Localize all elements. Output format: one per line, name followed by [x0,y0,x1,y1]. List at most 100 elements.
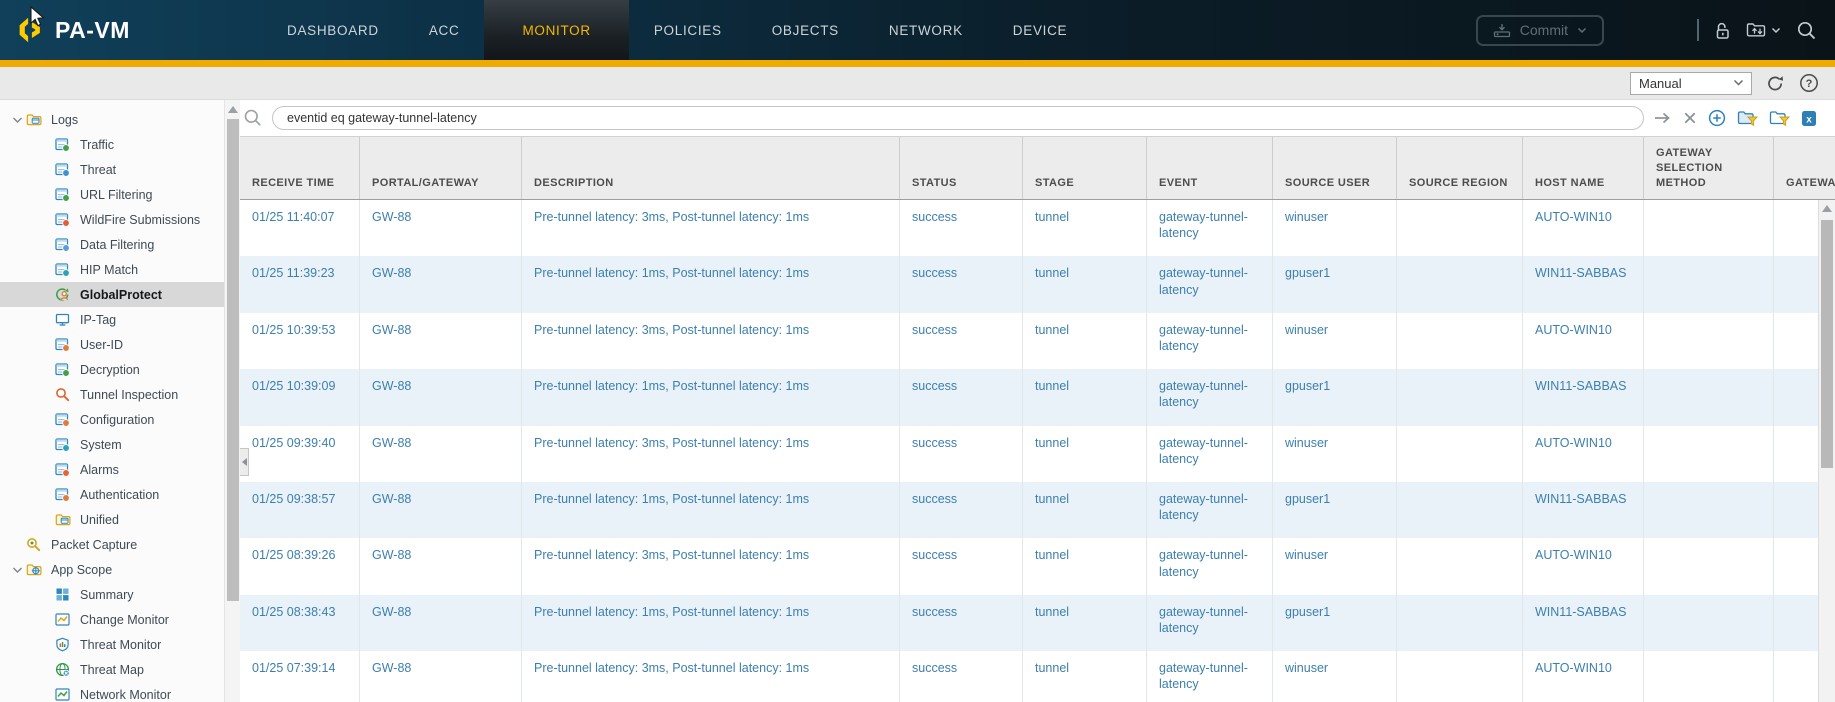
log-value-link[interactable]: gateway-tunnel-latency [1159,605,1248,635]
export-icon[interactable]: x [1801,110,1817,127]
log-value-link[interactable]: Pre-tunnel latency: 1ms, Post-tunnel lat… [534,605,809,619]
unlock-icon[interactable] [1714,21,1731,40]
log-value-link[interactable]: tunnel [1035,210,1069,224]
log-value-link[interactable]: Pre-tunnel latency: 1ms, Post-tunnel lat… [534,266,809,280]
clear-filter-icon[interactable] [1683,111,1697,125]
log-value-link[interactable]: GW-88 [372,548,411,562]
log-value-link[interactable]: WIN11-SABBAS [1535,605,1626,619]
log-value-link[interactable]: winuser [1285,548,1328,562]
column-header-host-name[interactable]: HOST NAME [1523,137,1644,199]
sidebar-item-change-monitor[interactable]: Change Monitor [0,607,224,632]
sidebar-item-data-filtering[interactable]: Data Filtering [0,232,224,257]
log-value-link[interactable]: winuser [1285,436,1328,450]
log-value-link[interactable]: tunnel [1035,436,1069,450]
scroll-up-arrow-icon[interactable] [228,106,238,113]
sidebar-item-decryption[interactable]: Decryption [0,357,224,382]
tab-dashboard[interactable]: DASHBOARD [262,0,404,60]
column-header-gatewa[interactable]: GATEWA [1774,137,1835,199]
tab-monitor[interactable]: MONITOR [484,0,629,60]
apply-filter-icon[interactable] [1653,111,1672,125]
log-value-link[interactable]: success [912,210,957,224]
search-input[interactable] [272,106,1644,130]
sidebar-item-threat-map[interactable]: Threat Map [0,657,224,682]
log-value-link[interactable]: 01/25 09:39:40 [252,436,335,450]
config-sync-folder-button[interactable] [1746,21,1781,39]
log-value-link[interactable]: 01/25 09:38:57 [252,492,335,506]
global-find-icon[interactable] [1796,20,1817,41]
log-value-link[interactable]: Pre-tunnel latency: 1ms, Post-tunnel lat… [534,379,809,393]
sidebar-item-tunnel-inspection[interactable]: Tunnel Inspection [0,382,224,407]
sidebar-item-packet-capture[interactable]: Packet Capture [0,532,224,557]
column-header-portal-gateway[interactable]: PORTAL/GATEWAY [360,137,522,199]
log-value-link[interactable]: GW-88 [372,323,411,337]
sidebar-item-configuration[interactable]: Configuration [0,407,224,432]
sidebar-item-hip-match[interactable]: HIP Match [0,257,224,282]
table-scrollbar[interactable] [1818,200,1835,702]
log-value-link[interactable]: WIN11-SABBAS [1535,379,1626,393]
log-value-link[interactable]: 01/25 10:39:09 [252,379,335,393]
log-value-link[interactable]: gateway-tunnel-latency [1159,548,1248,578]
sidebar-scrollbar-thumb[interactable] [227,119,239,601]
log-value-link[interactable]: 01/25 11:40:07 [252,210,334,224]
column-header-source-region[interactable]: SOURCE REGION [1397,137,1523,199]
log-value-link[interactable]: Pre-tunnel latency: 3ms, Post-tunnel lat… [534,661,809,675]
log-value-link[interactable]: Pre-tunnel latency: 3ms, Post-tunnel lat… [534,436,809,450]
sidebar-item-network-monitor[interactable]: Network Monitor [0,682,224,702]
sidebar-item-system[interactable]: System [0,432,224,457]
sidebar-item-ip-tag[interactable]: IP-Tag [0,307,224,332]
log-value-link[interactable]: Pre-tunnel latency: 3ms, Post-tunnel lat… [534,323,809,337]
log-value-link[interactable]: success [912,436,957,450]
log-value-link[interactable]: Pre-tunnel latency: 1ms, Post-tunnel lat… [534,492,809,506]
column-header-source-user[interactable]: SOURCE USER [1273,137,1397,199]
log-value-link[interactable]: gpuser1 [1285,379,1330,393]
sidebar-item-app-scope[interactable]: App Scope [0,557,224,582]
sidebar-item-threat-monitor[interactable]: Threat Monitor [0,632,224,657]
sidebar-item-traffic[interactable]: Traffic [0,132,224,157]
scroll-up-arrow-icon[interactable] [1822,205,1832,212]
column-header-gateway-selection-method[interactable]: GATEWAY SELECTION METHOD [1644,137,1774,199]
log-value-link[interactable]: tunnel [1035,661,1069,675]
log-value-link[interactable]: winuser [1285,210,1328,224]
log-value-link[interactable]: GW-88 [372,436,411,450]
sidebar-item-url-filtering[interactable]: URL Filtering [0,182,224,207]
log-value-link[interactable]: tunnel [1035,266,1069,280]
refresh-interval-select[interactable]: Manual [1630,71,1752,95]
log-value-link[interactable]: gateway-tunnel-latency [1159,379,1248,409]
column-header-description[interactable]: DESCRIPTION [522,137,900,199]
tab-device[interactable]: DEVICE [988,0,1092,60]
log-value-link[interactable]: 01/25 07:39:14 [252,661,335,675]
log-value-link[interactable]: GW-88 [372,266,411,280]
log-value-link[interactable]: success [912,605,957,619]
load-filter-icon[interactable] [1737,109,1758,127]
tab-acc[interactable]: ACC [404,0,485,60]
log-value-link[interactable]: tunnel [1035,548,1069,562]
sidebar-item-unified[interactable]: Unified [0,507,224,532]
sidebar-item-globalprotect[interactable]: GlobalProtect [0,282,224,307]
log-value-link[interactable]: gpuser1 [1285,605,1330,619]
log-value-link[interactable]: success [912,379,957,393]
log-value-link[interactable]: Pre-tunnel latency: 3ms, Post-tunnel lat… [534,548,809,562]
sidebar-collapse-handle[interactable] [240,448,249,476]
log-value-link[interactable]: 01/25 08:39:26 [252,548,335,562]
log-value-link[interactable]: tunnel [1035,492,1069,506]
sidebar-item-wildfire-submissions[interactable]: WildFire Submissions [0,207,224,232]
log-value-link[interactable]: gateway-tunnel-latency [1159,492,1248,522]
column-header-status[interactable]: STATUS [900,137,1023,199]
log-value-link[interactable]: GW-88 [372,492,411,506]
sidebar-item-user-id[interactable]: User-ID [0,332,224,357]
log-value-link[interactable]: gpuser1 [1285,266,1330,280]
log-value-link[interactable]: winuser [1285,323,1328,337]
log-value-link[interactable]: AUTO-WIN10 [1535,210,1612,224]
log-value-link[interactable]: success [912,548,957,562]
log-value-link[interactable]: winuser [1285,661,1328,675]
sidebar-item-alarms[interactable]: Alarms [0,457,224,482]
log-value-link[interactable]: AUTO-WIN10 [1535,548,1612,562]
sidebar-item-logs[interactable]: Logs [0,107,224,132]
caret-down-icon[interactable] [9,116,26,124]
sidebar-scrollbar[interactable] [224,100,240,702]
log-value-link[interactable]: AUTO-WIN10 [1535,323,1612,337]
log-value-link[interactable]: 01/25 08:38:43 [252,605,335,619]
column-header-stage[interactable]: STAGE [1023,137,1147,199]
sidebar-item-authentication[interactable]: Authentication [0,482,224,507]
log-value-link[interactable]: gateway-tunnel-latency [1159,661,1248,691]
